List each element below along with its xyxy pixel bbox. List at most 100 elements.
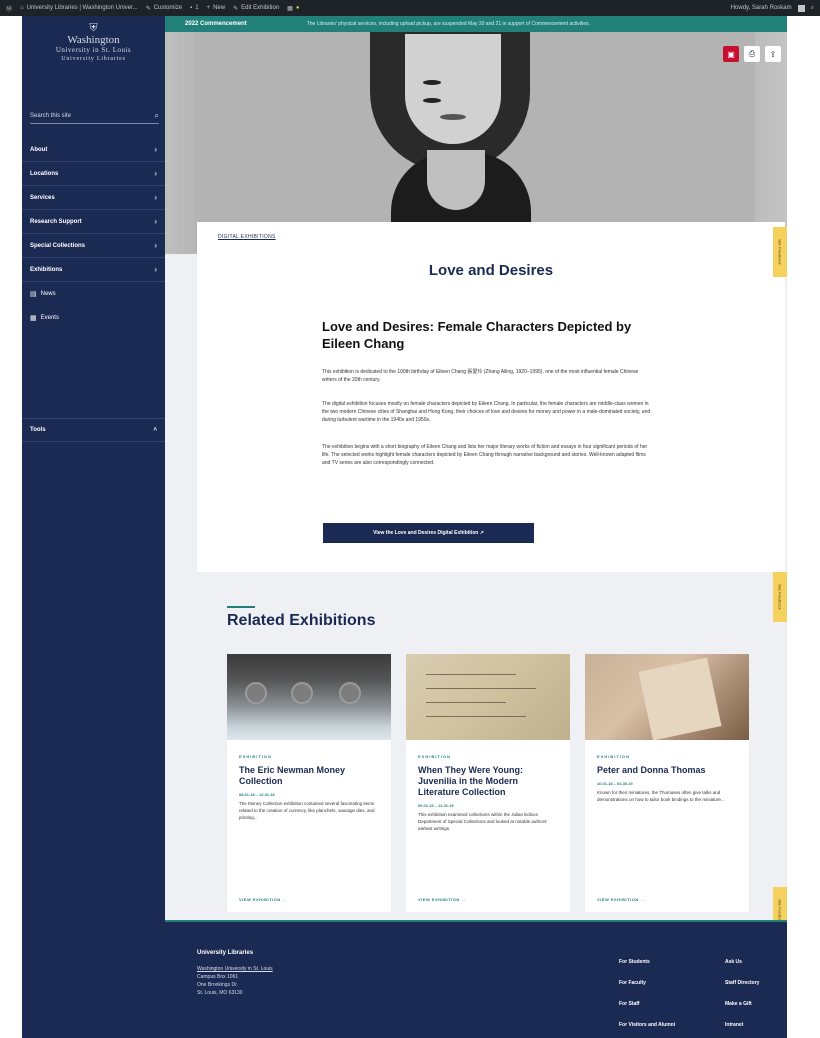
chevron-up-icon: ˄: [153, 427, 157, 433]
admin-extra-icons[interactable]: ▦ ●: [287, 5, 299, 12]
footer-university-link[interactable]: Washington University in St. Louis: [197, 965, 273, 973]
footer-link[interactable]: For Students: [619, 952, 675, 973]
avatar[interactable]: [797, 4, 805, 12]
page-title: Love and Desires: [428, 262, 554, 279]
hero-toolbar: ▣ ⎙ ⇪: [723, 46, 781, 62]
exhibition-type: EXHIBITION: [597, 754, 630, 759]
view-exhibition-link[interactable]: VIEW EXHIBITION →: [597, 897, 645, 902]
exhibition-dates: 06.01.19 – 12.31.19: [418, 803, 454, 808]
admin-howdy[interactable]: Howdy, Sarah Roskam: [731, 5, 792, 11]
related-exhibition-card[interactable]: EXHIBITION Peter and Donna Thomas 10.01.…: [585, 654, 749, 912]
pencil-icon: ✎: [145, 5, 151, 12]
sidebar-item-services[interactable]: Services ›: [22, 186, 165, 210]
chevron-right-icon: ›: [154, 145, 157, 154]
pdf-icon[interactable]: ▣: [723, 46, 739, 62]
alert-title[interactable]: 2022 Commencement: [185, 21, 247, 27]
related-exhibition-card[interactable]: EXHIBITION The Eric Newman Money Collect…: [227, 654, 391, 912]
comment-icon: ▪: [190, 5, 193, 11]
search-icon[interactable]: ⌕: [811, 5, 814, 12]
site-footer: University Libraries Washington Universi…: [165, 920, 787, 1038]
sidebar: ⛨ Washington University in St. Louis Uni…: [22, 16, 165, 1038]
footer-address: Washington University in St. Louis Campu…: [197, 965, 273, 996]
admin-edit-link[interactable]: ✎ Edit Exhibition: [233, 5, 279, 12]
exhibition-dates: 08.01.18 – 12.31.18: [239, 792, 275, 797]
exhibition-thumbnail[interactable]: [406, 654, 570, 740]
site-feedback-tab[interactable]: Site Feedback: [773, 227, 787, 277]
footer-title: University Libraries: [197, 950, 254, 956]
logo-line-3: University Libraries: [61, 56, 126, 62]
view-digital-exhibition-button[interactable]: View the Love and Desires Digital Exhibi…: [323, 523, 534, 543]
view-exhibition-link[interactable]: VIEW EXHIBITION →: [239, 897, 287, 902]
footer-link[interactable]: For Faculty: [619, 973, 675, 994]
logo-line-2: University in St. Louis: [55, 46, 132, 54]
breadcrumb[interactable]: DIGITAL EXHIBITIONS: [218, 234, 276, 240]
admin-customize-link[interactable]: ✎ Customize: [146, 5, 182, 12]
sidebar-item-research-support[interactable]: Research Support ›: [22, 210, 165, 234]
exhibition-title[interactable]: The Eric Newman Money Collection: [239, 765, 379, 787]
news-icon: ▤: [30, 291, 37, 298]
plus-icon: +: [206, 5, 211, 11]
sidebar-item-locations[interactable]: Locations ›: [22, 162, 165, 186]
status-dot-icon: ●: [295, 5, 300, 11]
exhibition-type: EXHIBITION: [239, 754, 272, 759]
footer-link[interactable]: Intranet: [725, 1015, 759, 1036]
related-exhibition-card[interactable]: EXHIBITION When They Were Young: Juvenil…: [406, 654, 570, 912]
section-accent: [227, 606, 255, 608]
exhibition-thumbnail[interactable]: [227, 654, 391, 740]
footer-link[interactable]: For Staff: [619, 994, 675, 1015]
footer-links-audience: For Students For Faculty For Staff For V…: [619, 952, 675, 1036]
chevron-right-icon: ›: [154, 217, 157, 226]
admin-comments-link[interactable]: ▪ 1: [190, 5, 198, 11]
exhibition-title[interactable]: Peter and Donna Thomas: [597, 765, 737, 776]
sidebar-item-exhibitions[interactable]: Exhibitions ›: [22, 258, 165, 282]
footer-link[interactable]: For Visitors and Alumni: [619, 1015, 675, 1036]
chevron-right-icon: ›: [154, 193, 157, 202]
logo-line-1: Washington: [67, 34, 120, 46]
tools-toggle[interactable]: Tools ˄: [22, 418, 165, 442]
footer-link[interactable]: Staff Directory: [725, 973, 759, 994]
site-feedback-tab[interactable]: Site Feedback: [773, 572, 787, 622]
exhibition-description: Known for their miniatures, the Thomases…: [597, 790, 725, 802]
exhibition-thumbnail[interactable]: [585, 654, 749, 741]
hero-image: ▣ ⎙ ⇪: [165, 32, 787, 254]
exhibition-paragraph-3: The exhibition begins with a short biogr…: [322, 444, 648, 466]
sidebar-item-events[interactable]: ▦ Events: [22, 306, 165, 330]
site-feedback-tab[interactable]: Site Feedback: [773, 887, 787, 920]
exhibition-card: DIGITAL EXHIBITIONS Love and Desires Lov…: [197, 222, 785, 572]
share-icon[interactable]: ⇪: [765, 46, 781, 62]
exhibition-subtitle: Love and Desires: Female Characters Depi…: [322, 319, 632, 351]
sidebar-nav: About › Locations › Services › Research Sup…: [22, 138, 165, 330]
exhibition-paragraph-2: The digital exhibition focuses mostly on…: [322, 401, 651, 423]
chevron-right-icon: ›: [154, 265, 157, 274]
site-logo[interactable]: ⛨ Washington University in St. Louis Uni…: [22, 16, 165, 98]
sidebar-item-news[interactable]: ▤ News: [22, 282, 165, 306]
print-icon[interactable]: ⎙: [744, 46, 760, 62]
view-exhibition-link[interactable]: VIEW EXHIBITION →: [418, 897, 466, 902]
main-content: ▣ ⎙ ⇪ DIGITAL EXHIBITIONS Love and Desir…: [165, 32, 787, 920]
wordpress-icon[interactable]: Ⓦ: [6, 4, 12, 13]
chevron-right-icon: ›: [154, 241, 157, 250]
footer-link[interactable]: Make a Gift: [725, 994, 759, 1015]
footer-link[interactable]: Ask Us: [725, 952, 759, 973]
admin-site-link[interactable]: ⌂ University Libraries | Washington Unive…: [20, 5, 138, 11]
admin-new-link[interactable]: + New: [207, 5, 226, 11]
footer-links-utility: Ask Us Staff Directory Make a Gift Intra…: [725, 952, 759, 1036]
exhibition-title[interactable]: When They Were Young: Juvenilia in the M…: [418, 765, 558, 798]
crest-icon: ⛨: [89, 22, 98, 34]
home-icon: ⌂: [20, 5, 24, 11]
search-input[interactable]: Search this site ⌕: [30, 108, 159, 124]
related-heading: Related Exhibitions: [227, 612, 376, 629]
pencil-icon: ✎: [233, 5, 239, 12]
sidebar-item-about[interactable]: About ›: [22, 138, 165, 162]
search-icon[interactable]: ⌕: [155, 111, 159, 121]
alert-notice: The Libraries' physical services, includ…: [306, 21, 591, 27]
chevron-right-icon: ›: [154, 169, 157, 178]
exhibition-description: The Money Collection exhibition containe…: [239, 801, 375, 820]
exhibition-dates: 10.01.18 – 04.30.19: [597, 781, 633, 786]
exhibition-description: This exhibition examined collections wit…: [418, 812, 548, 831]
admin-bar: Ⓦ ⌂ University Libraries | Washington Uni…: [0, 0, 820, 16]
exhibition-type: EXHIBITION: [418, 754, 451, 759]
search-placeholder: Search this site: [30, 112, 72, 119]
sidebar-item-special-collections[interactable]: Special Collections ›: [22, 234, 165, 258]
exhibition-paragraph-1: This exhibition is dedicated to the 100t…: [322, 369, 639, 383]
